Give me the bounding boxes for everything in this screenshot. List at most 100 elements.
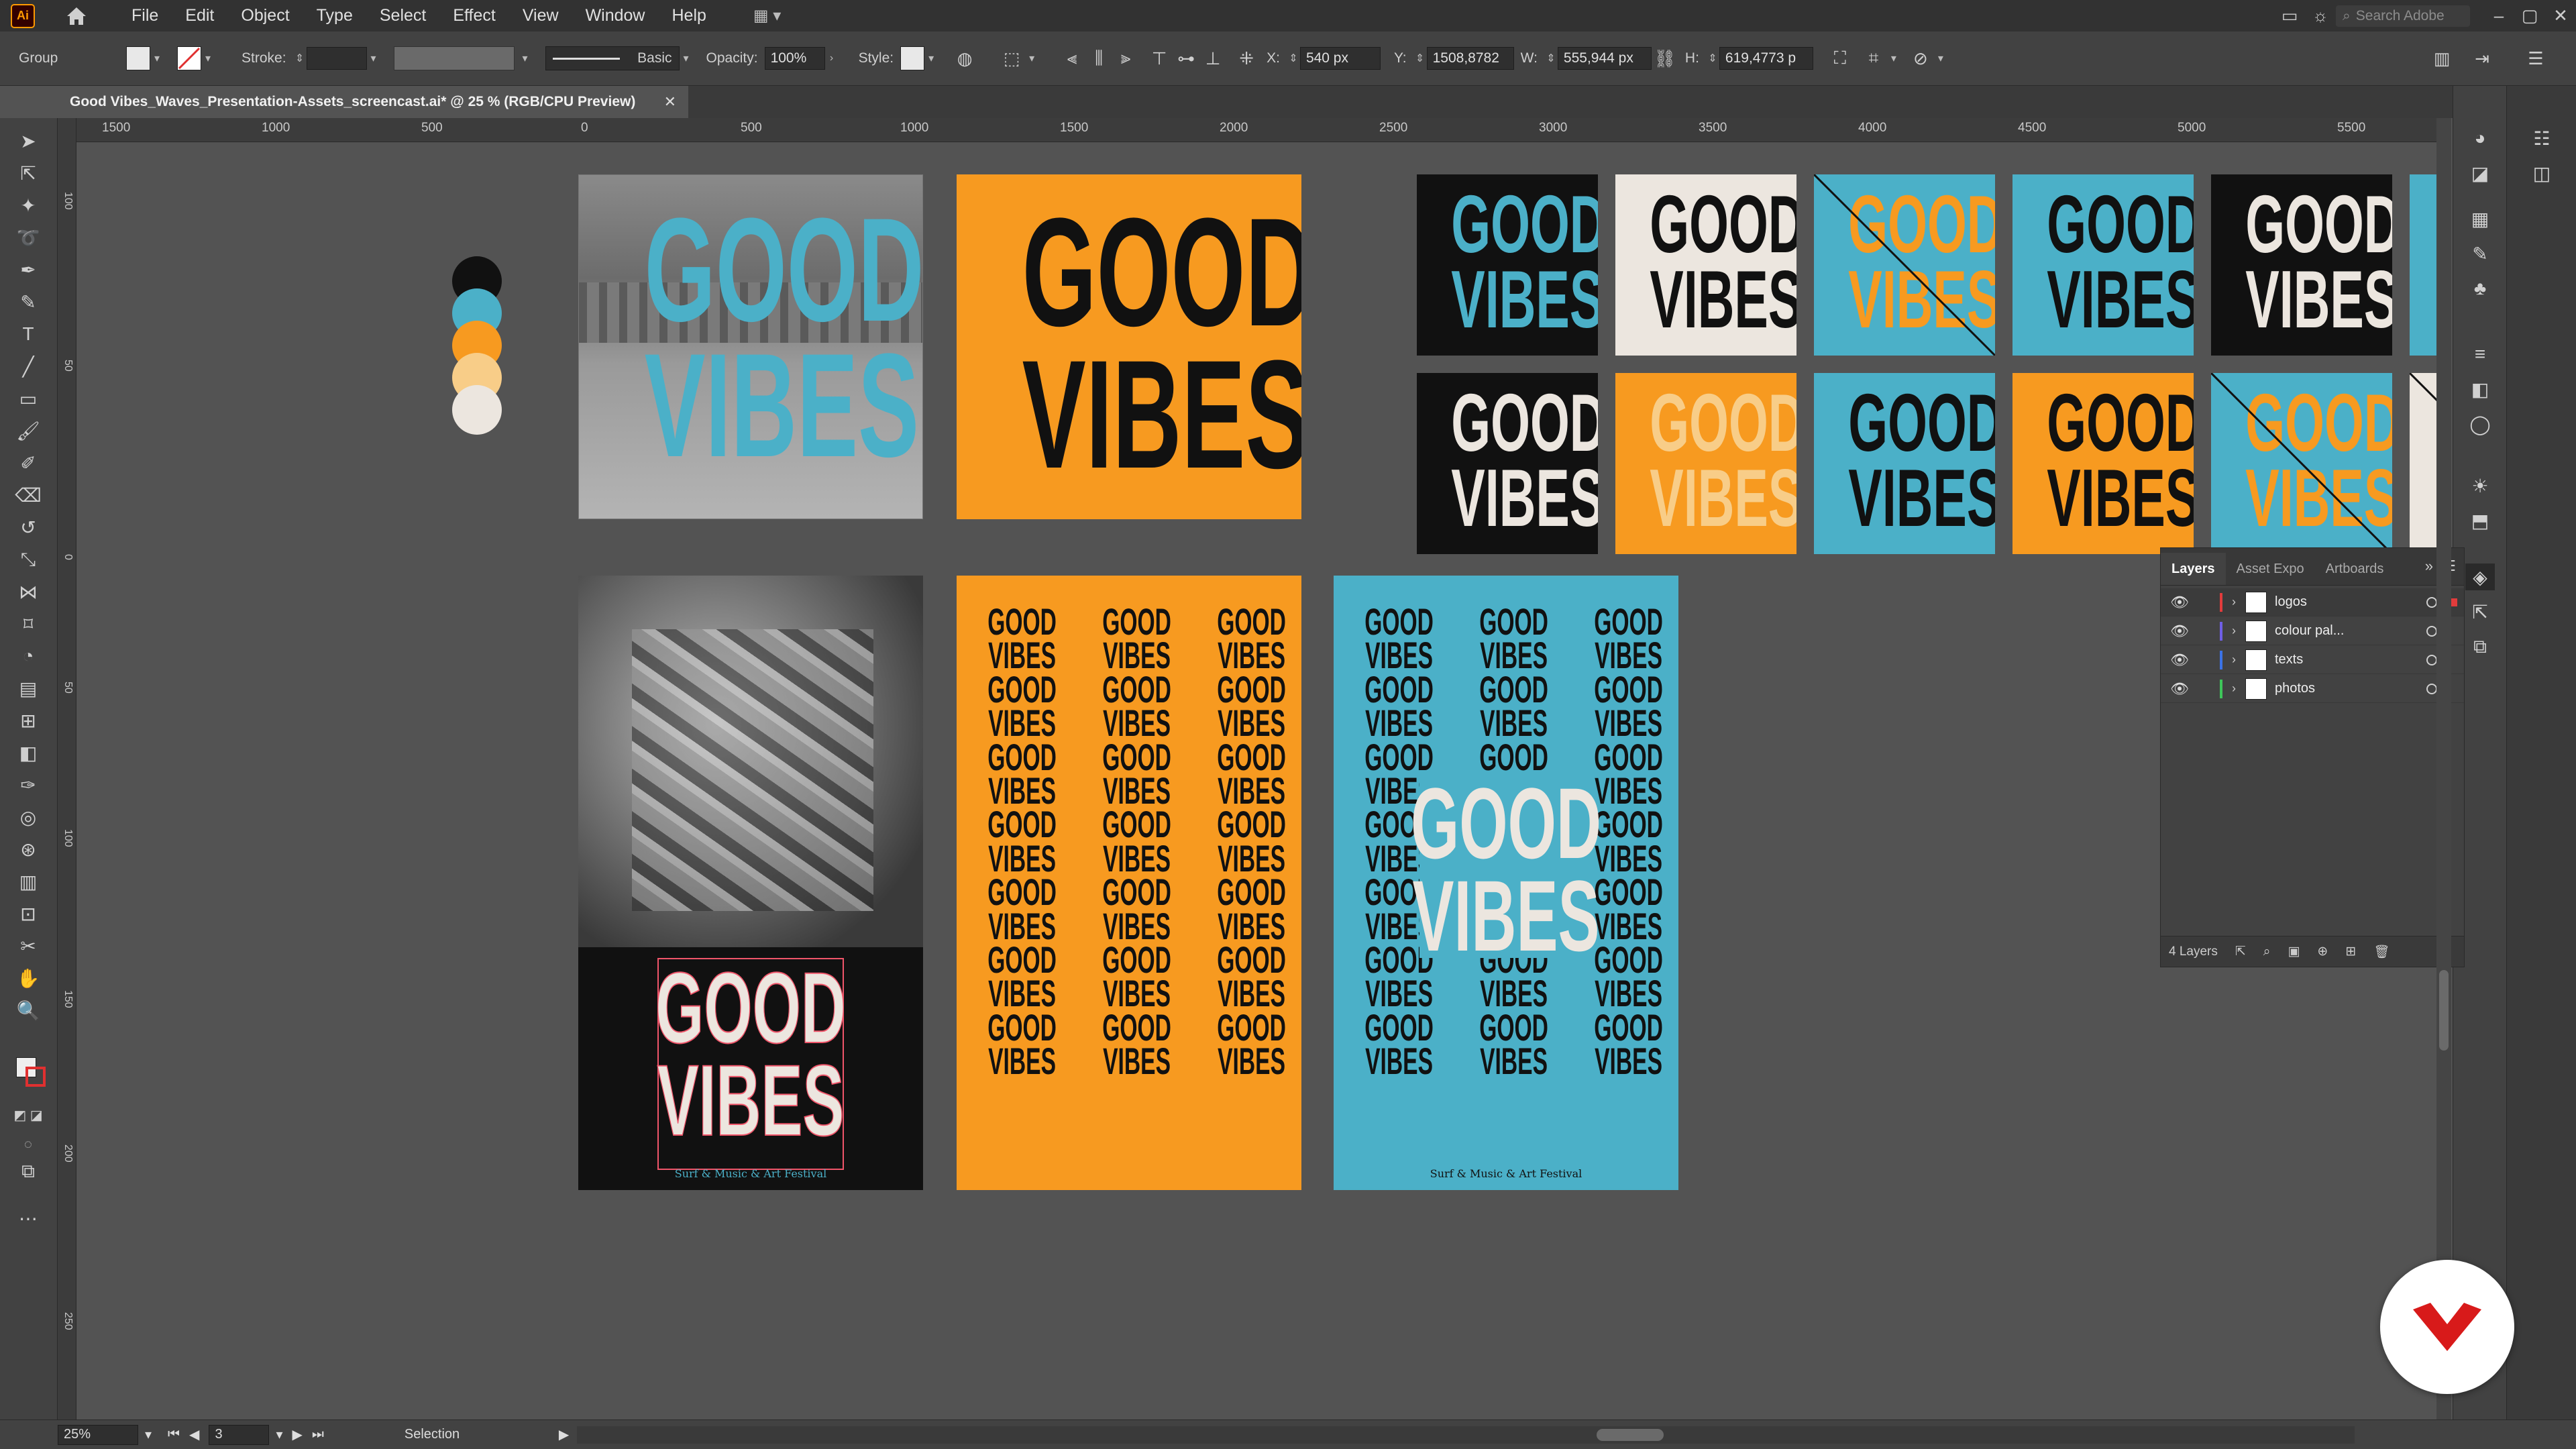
logo-variant-artboard[interactable]: GOODVIBES: [1814, 174, 1995, 356]
fill-swatch[interactable]: [126, 46, 150, 70]
perspective-grid-tool-icon[interactable]: ▤: [13, 675, 43, 702]
align-horizontal-center-icon[interactable]: ⫼: [1085, 45, 1112, 72]
edit-toolbar-icon[interactable]: ⋯: [13, 1205, 43, 1232]
artboard-orange-logo[interactable]: GOOD VIBES: [957, 174, 1301, 519]
shape-options-dropdown-icon[interactable]: ▾: [1887, 52, 1900, 65]
opacity-field[interactable]: 100%: [764, 47, 825, 70]
w-stepper[interactable]: ⇕: [1544, 52, 1558, 65]
align-vertical-center-icon[interactable]: ⊶: [1173, 45, 1199, 72]
asset-export-icon[interactable]: ⇱: [2465, 598, 2495, 625]
logo-variant-artboard[interactable]: GOODVIBES: [2012, 373, 2194, 554]
workspace-switcher-icon[interactable]: ▦ ▾: [753, 4, 794, 28]
graphic-style-swatch[interactable]: [900, 46, 925, 70]
width-tool-icon[interactable]: ⋈: [13, 578, 43, 605]
transform-icon[interactable]: ⛶: [1827, 45, 1854, 72]
menu-view[interactable]: View: [523, 6, 559, 25]
align-right-icon[interactable]: ⫸: [1112, 45, 1139, 72]
x-field[interactable]: 540 px: [1299, 47, 1381, 70]
last-artboard-icon[interactable]: ⏭: [312, 1427, 324, 1442]
gradient-tool-icon[interactable]: ◧: [13, 739, 43, 766]
eyedropper-tool-icon[interactable]: ✑: [13, 771, 43, 798]
brushes-icon[interactable]: ✎: [2465, 240, 2495, 267]
layer-target-icon[interactable]: [2426, 654, 2437, 665]
vertical-ruler[interactable]: 100 50 0 50 100 150 200 250: [58, 118, 76, 1419]
logo-variant-artboard[interactable]: GOODVIBES: [2012, 174, 2194, 356]
reference-point-icon[interactable]: ⁜: [1233, 45, 1260, 72]
fill-stroke-widget[interactable]: [16, 1057, 46, 1087]
vertical-scroll-thumb[interactable]: [2439, 970, 2449, 1051]
menu-edit[interactable]: Edit: [185, 6, 214, 25]
layer-target-icon[interactable]: [2426, 596, 2437, 608]
stroke-dropdown-icon[interactable]: ▾: [201, 52, 215, 65]
draw-mode-icon[interactable]: ◌: [13, 1131, 43, 1158]
minimize-button[interactable]: –: [2483, 5, 2514, 26]
h-stepper[interactable]: ⇕: [1706, 52, 1719, 65]
discover-lightbulb-icon[interactable]: ☼: [2305, 5, 2336, 26]
align-to-selection-icon[interactable]: ⬚: [998, 45, 1025, 72]
artboard-dropdown-icon[interactable]: ▾: [276, 1426, 282, 1443]
visibility-eye-icon[interactable]: 👁: [2166, 594, 2193, 611]
layer-target-icon[interactable]: [2426, 683, 2437, 694]
h-field[interactable]: 619,4773 p: [1719, 47, 1813, 70]
menu-file[interactable]: File: [131, 6, 158, 25]
menu-effect[interactable]: Effect: [453, 6, 495, 25]
recolor-artwork-icon[interactable]: ◍: [951, 45, 978, 72]
profile-dropdown-icon[interactable]: ▾: [519, 52, 532, 65]
control-menu-icon[interactable]: ☰: [2522, 45, 2549, 72]
tab-layers[interactable]: Layers: [2161, 553, 2226, 585]
expand-layer-icon[interactable]: ›: [2222, 624, 2245, 638]
horizontal-ruler[interactable]: 1500 1000 500 0 500 1000 1500 2000 2500 …: [76, 118, 2451, 142]
graphic-styles-icon[interactable]: ⬒: [2465, 507, 2495, 534]
home-icon[interactable]: [62, 1, 91, 31]
delete-layer-icon[interactable]: 🗑: [2373, 944, 2390, 960]
next-artboard-icon[interactable]: ▶: [292, 1426, 302, 1443]
visibility-eye-icon[interactable]: 👁: [2166, 651, 2193, 669]
logo-variant-artboard[interactable]: GOODVIBES: [1417, 373, 1598, 554]
paintbrush-tool-icon[interactable]: 🖌: [13, 417, 43, 444]
horizontal-scrollbar[interactable]: [577, 1426, 2355, 1444]
shape-builder-tool-icon[interactable]: ◔: [13, 643, 43, 669]
x-stepper[interactable]: ⇕: [1287, 52, 1300, 65]
w-field[interactable]: 555,944 px: [1557, 47, 1652, 70]
transparency-icon[interactable]: ◯: [2465, 411, 2495, 437]
close-tab-icon[interactable]: ✕: [664, 93, 676, 111]
menu-help[interactable]: Help: [672, 6, 706, 25]
tab-artboards[interactable]: Artboards: [2315, 553, 2395, 585]
brush-dropdown-icon[interactable]: ▾: [680, 52, 693, 65]
direct-selection-tool-icon[interactable]: ⇱: [13, 160, 43, 186]
search-adobe-input[interactable]: ⌕ Search Adobe: [2336, 5, 2470, 27]
menu-select[interactable]: Select: [380, 6, 426, 25]
line-tool-icon[interactable]: ╱: [13, 353, 43, 380]
constrain-proportions-icon[interactable]: ⛓: [1652, 45, 1678, 72]
new-layer-icon[interactable]: ⊞: [2345, 944, 2356, 959]
canvas[interactable]: GOOD VIBES GOOD VIBES GOOD VIBES GOOD VIBES…: [76, 142, 2451, 1419]
artboard-poster-photo[interactable]: GOOD VIBES Surf & Music & Art Festival: [578, 576, 923, 1190]
layer-row[interactable]: 👁 › logos: [2161, 588, 2464, 616]
clipping-mask-icon[interactable]: ▣: [2288, 944, 2300, 959]
slice-tool-icon[interactable]: ✂: [13, 932, 43, 959]
type-tool-icon[interactable]: T: [13, 321, 43, 347]
first-artboard-icon[interactable]: ⏮: [168, 1427, 180, 1442]
new-sublayer-icon[interactable]: ⊕: [2317, 944, 2328, 959]
panel-layout-icon[interactable]: ▥: [2428, 45, 2455, 72]
vertical-scrollbar[interactable]: [2436, 118, 2451, 1419]
menu-object[interactable]: Object: [241, 6, 289, 25]
zoom-field[interactable]: 25%: [58, 1424, 138, 1445]
color-panel-icon[interactable]: ◪: [2465, 160, 2495, 186]
pen-tool-icon[interactable]: ✒: [13, 256, 43, 283]
artboard-blue-poster[interactable]: GOOD VIBES GOOD VIBES GOOD VIBES GOOD VIBES GOOD…: [1334, 576, 1678, 1190]
arrange-documents-icon[interactable]: ▭: [2274, 5, 2305, 26]
stroke-swatch[interactable]: [177, 46, 201, 70]
style-dropdown-icon[interactable]: ▾: [924, 52, 938, 65]
appearance-icon[interactable]: ☀: [2465, 472, 2495, 499]
expand-layer-icon[interactable]: ›: [2222, 653, 2245, 667]
visibility-eye-icon[interactable]: 👁: [2166, 680, 2193, 698]
eraser-tool-icon[interactable]: ⌫: [13, 482, 43, 508]
locate-object-icon[interactable]: ⌕: [2263, 945, 2271, 959]
stroke-weight-field[interactable]: [306, 47, 367, 70]
logo-variant-artboard[interactable]: GOODVIBES: [1615, 373, 1796, 554]
isolate-group-icon[interactable]: ⊘: [1907, 45, 1934, 72]
symbols-icon[interactable]: ♣: [2465, 275, 2495, 302]
variable-width-profile[interactable]: [393, 46, 515, 70]
artboard-orange-pattern[interactable]: GOOD VIBES GOOD VIBES GOOD VIBES GOOD VIBES GOOD…: [957, 576, 1301, 1190]
